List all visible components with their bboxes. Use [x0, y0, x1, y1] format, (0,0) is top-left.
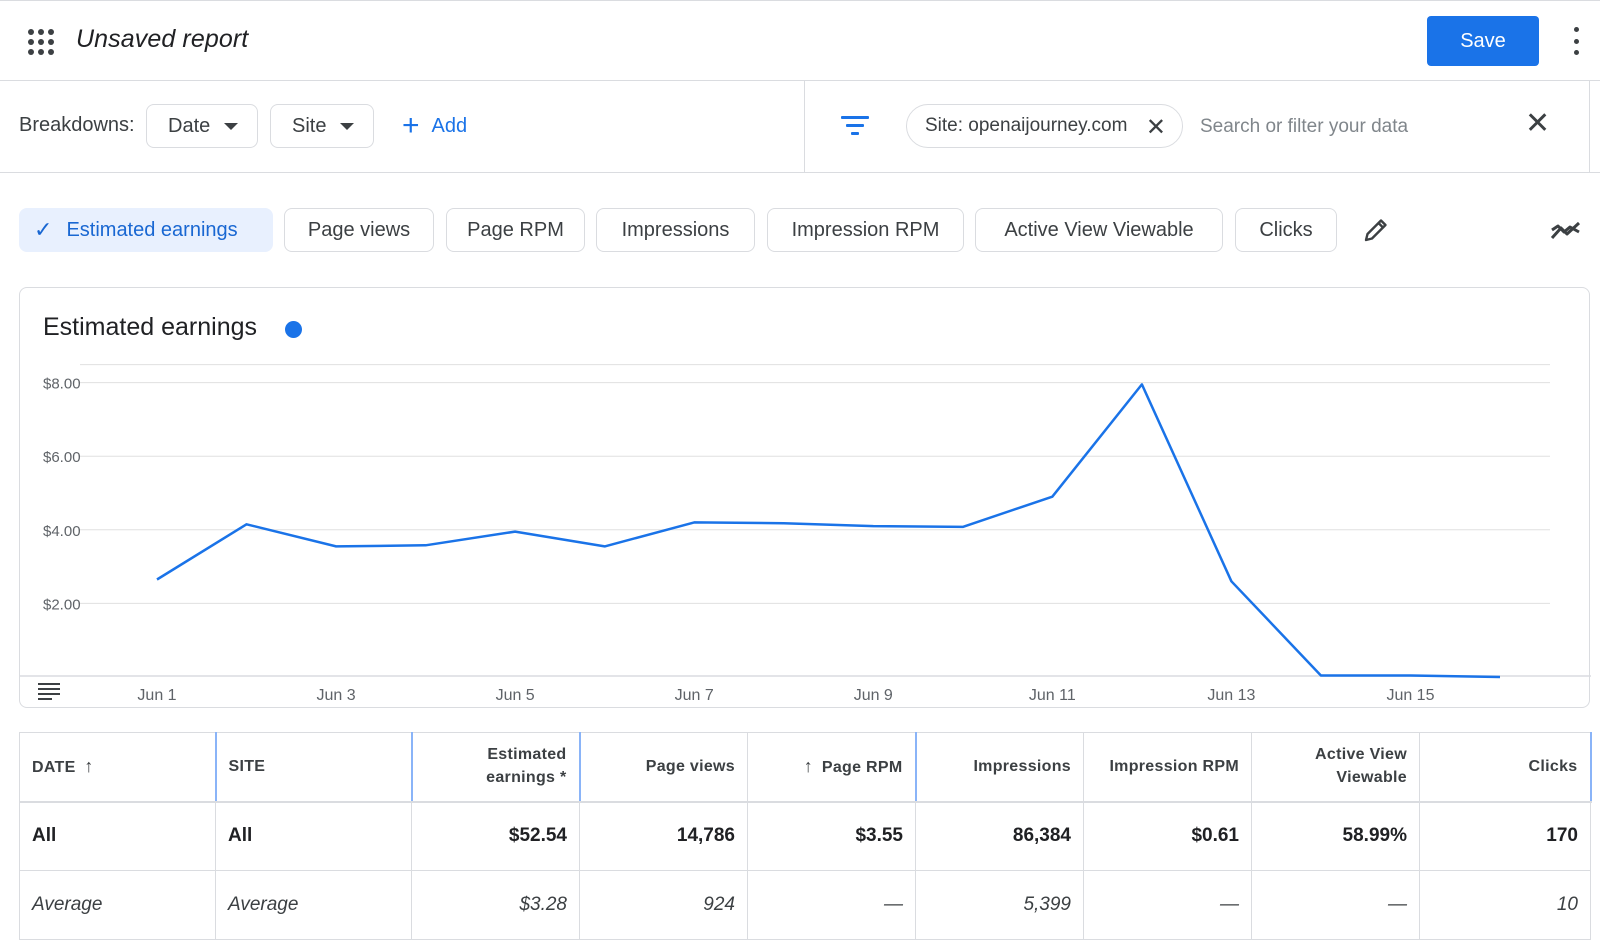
- metric-chip-label: Page RPM: [467, 218, 564, 241]
- column-header-label: SITE: [228, 757, 266, 775]
- table-cell: Average: [215, 870, 412, 940]
- top-bar: Unsaved report Save: [0, 0, 1600, 81]
- table-cell: $3.55: [747, 801, 916, 871]
- series-line: [156, 383, 1501, 679]
- column-header-label: Estimated earnings *: [486, 746, 567, 786]
- divider: [804, 81, 805, 173]
- column-header-label: Page RPM: [821, 759, 903, 777]
- report-table: DATE ↑ SITE Estimated earnings * Page vi…: [19, 732, 1592, 940]
- table-cell: $0.61: [1083, 801, 1252, 871]
- x-tick-label: Jun 3: [316, 687, 355, 704]
- table-cell: —: [1251, 870, 1420, 940]
- table-row-average: Average Average $3.28 924 — 5,399 — — 10: [19, 870, 1591, 940]
- x-tick-label: Jun 11: [1029, 687, 1076, 704]
- column-header-label: DATE: [32, 759, 76, 777]
- column-header-date[interactable]: DATE ↑: [19, 732, 217, 803]
- table-cell: All: [19, 801, 216, 871]
- table-cell: All: [215, 801, 412, 871]
- column-header-page-views[interactable]: Page views: [579, 732, 748, 803]
- table-view-icon[interactable]: [38, 683, 60, 700]
- check-icon: ✓: [34, 217, 53, 242]
- edit-pencil-icon[interactable]: [1360, 214, 1392, 246]
- x-tick-label: Jun 7: [675, 687, 714, 704]
- metric-chip-label: Active View Viewable: [1004, 218, 1194, 241]
- table-cell: $52.54: [411, 801, 580, 871]
- breakdowns-label: Breakdowns:: [19, 114, 135, 136]
- table-cell: 5,399: [915, 870, 1084, 940]
- metric-chip-impression-rpm[interactable]: Impression RPM: [767, 208, 964, 252]
- x-tick-label: Jun 5: [496, 687, 535, 704]
- column-header-impression-rpm[interactable]: Impression RPM: [1083, 732, 1252, 803]
- column-header-label: Impression RPM: [1109, 757, 1239, 775]
- breakdown-site-dropdown[interactable]: Site: [270, 104, 374, 148]
- search-input[interactable]: [1200, 105, 1490, 149]
- metric-chip-active-view-viewable[interactable]: Active View Viewable: [975, 208, 1223, 252]
- column-header-estimated-earnings[interactable]: Estimated earnings *: [411, 732, 581, 803]
- x-tick-label: Jun 13: [1207, 687, 1255, 704]
- chart-card: Estimated earnings $2.00 $4.00 $6.00 $8.00 J…: [19, 287, 1591, 708]
- table-cell: 10: [1419, 870, 1591, 940]
- table-cell: 170: [1419, 801, 1591, 871]
- sort-arrow-up-icon: ↑: [803, 756, 814, 777]
- y-tick-label: $8.00: [43, 376, 81, 393]
- table-cell: —: [747, 870, 916, 940]
- y-tick-label: $2.00: [43, 596, 81, 613]
- column-header-active-view-viewable[interactable]: Active View Viewable: [1251, 732, 1420, 803]
- breakdown-site-label: Site: [292, 114, 327, 137]
- sort-arrow-up-icon: ↑: [84, 756, 94, 777]
- column-header-label: Clicks: [1528, 757, 1578, 775]
- site-filter-label: Site: openaijourney.com: [925, 115, 1128, 136]
- x-tick-label: Jun 15: [1386, 687, 1434, 704]
- column-header-impressions[interactable]: Impressions: [915, 732, 1084, 803]
- metric-chip-label: Estimated earnings: [66, 218, 238, 241]
- save-button[interactable]: Save: [1427, 16, 1539, 66]
- table-cell: Average: [19, 870, 216, 940]
- report-title[interactable]: Unsaved report: [76, 25, 248, 54]
- column-header-label: Active View Viewable: [1315, 746, 1407, 786]
- table-cell: —: [1083, 870, 1252, 940]
- divider: [1589, 81, 1590, 173]
- column-header-label: Page views: [645, 757, 735, 775]
- caret-down-icon: [224, 122, 239, 130]
- breakdown-date-label: Date: [168, 114, 211, 137]
- more-vert-icon[interactable]: [1571, 27, 1581, 55]
- add-breakdown-label: Add: [431, 114, 468, 137]
- table-cell: 14,786: [579, 801, 748, 871]
- table-cell: 86,384: [915, 801, 1084, 871]
- site-filter-chip[interactable]: Site: openaijourney.com ✕: [906, 104, 1183, 148]
- metric-chip-impressions[interactable]: Impressions: [596, 208, 755, 252]
- metric-chip-label: Page views: [307, 218, 411, 241]
- metric-chip-label: Clicks: [1259, 218, 1313, 241]
- remove-filter-icon[interactable]: ✕: [1146, 113, 1166, 142]
- metric-chip-page-views[interactable]: Page views: [284, 208, 434, 252]
- table-cell: $3.28: [411, 870, 580, 940]
- column-header-label: Impressions: [973, 757, 1071, 775]
- metric-chip-page-rpm[interactable]: Page RPM: [446, 208, 585, 252]
- earnings-line-chart: $2.00 $4.00 $6.00 $8.00 Jun 1 Jun 3 Jun 5 Jun 7…: [20, 364, 1591, 704]
- show-chart-icon[interactable]: [1550, 216, 1582, 244]
- column-header-clicks[interactable]: Clicks: [1419, 732, 1592, 803]
- plus-icon: +: [402, 109, 420, 142]
- breakdowns-filter-bar: Breakdowns: Date Site + Add Site: openai…: [0, 81, 1600, 173]
- metric-chip-estimated-earnings[interactable]: ✓ Estimated earnings: [19, 208, 273, 252]
- filter-icon[interactable]: [841, 114, 869, 136]
- clear-filters-icon[interactable]: ✕: [1525, 109, 1550, 139]
- x-tick-label: Jun 9: [854, 687, 893, 704]
- metric-chip-clicks[interactable]: Clicks: [1235, 208, 1337, 252]
- column-header-page-rpm[interactable]: ↑ Page RPM: [747, 732, 917, 803]
- table-row-total: All All $52.54 14,786 $3.55 86,384 $0.61…: [19, 801, 1591, 871]
- table-cell: 58.99%: [1251, 801, 1420, 871]
- apps-grid-icon[interactable]: [28, 29, 54, 55]
- add-breakdown-button[interactable]: + Add: [402, 104, 467, 148]
- y-tick-label: $6.00: [43, 449, 81, 466]
- metric-chip-label: Impressions: [621, 218, 730, 241]
- x-tick-label: Jun 1: [137, 687, 176, 704]
- y-tick-label: $4.00: [43, 523, 81, 540]
- metric-chip-label: Impression RPM: [791, 218, 940, 241]
- table-cell: 924: [579, 870, 748, 940]
- breakdown-date-dropdown[interactable]: Date: [146, 104, 258, 148]
- column-header-site[interactable]: SITE: [215, 732, 413, 803]
- caret-down-icon: [340, 122, 355, 130]
- table-header-row: DATE ↑ SITE Estimated earnings * Page vi…: [19, 732, 1592, 803]
